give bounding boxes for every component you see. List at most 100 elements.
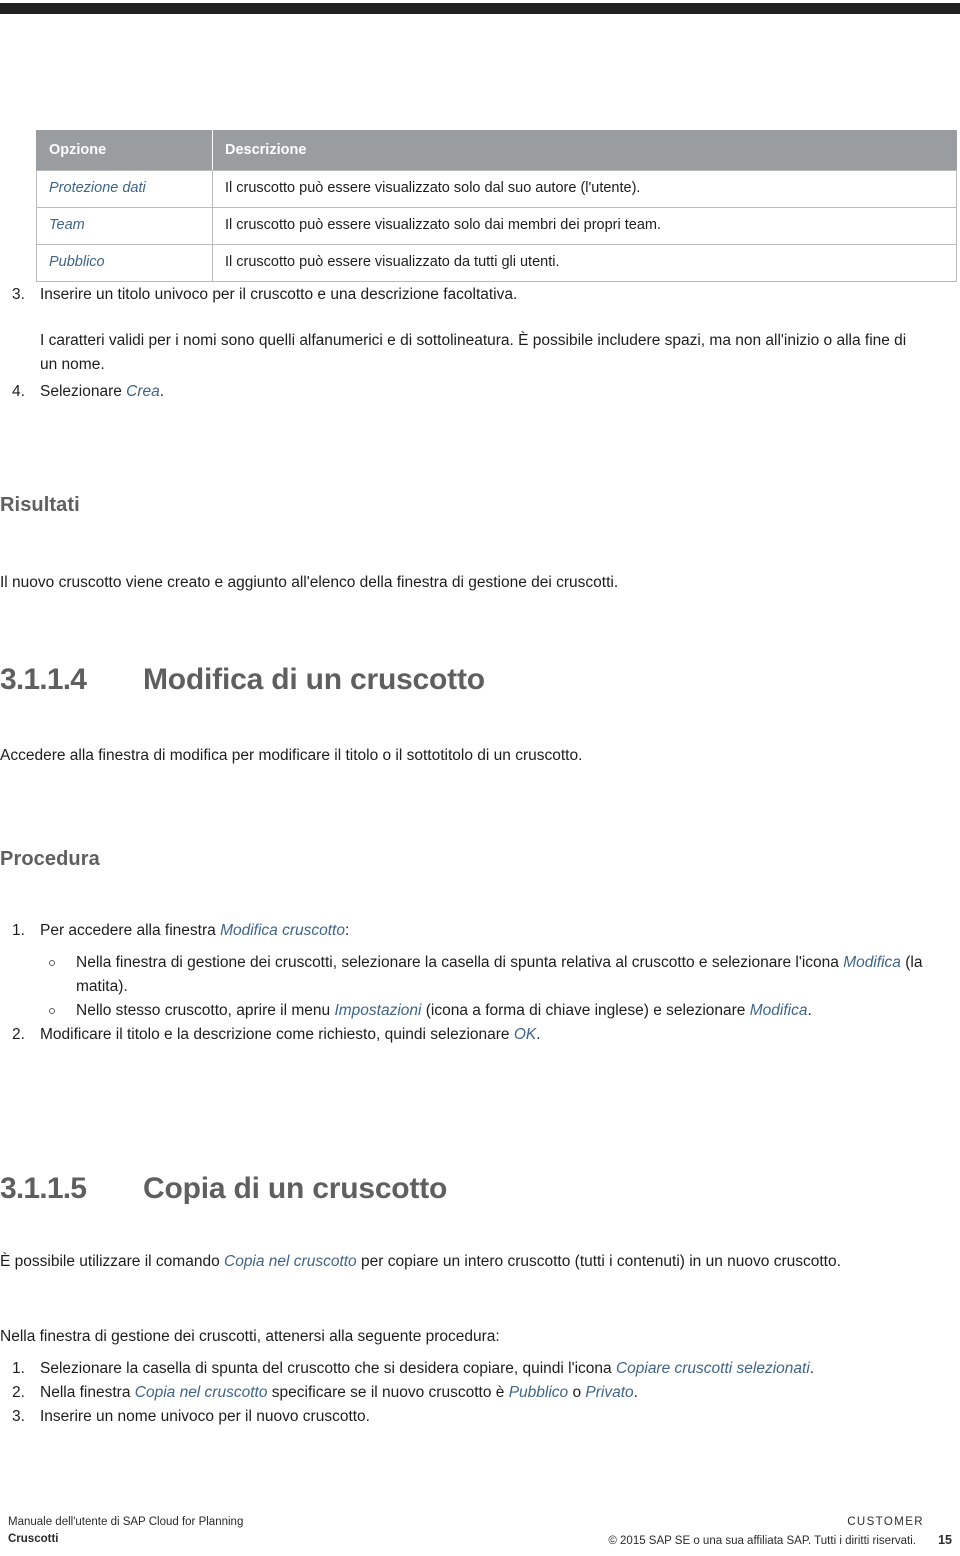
section-number: 3.1.1.5 (0, 1172, 87, 1205)
bullet2-part2: (icona a forma di chiave inglese) e sele… (421, 1002, 750, 1020)
options-table: Opzione Descrizione Protezione dati Il c… (36, 130, 957, 282)
proc-step2-prefix: Modificare il titolo e la descrizione co… (40, 1026, 514, 1044)
section-heading-copia: 3.1.1.5 Copia di un cruscotto (0, 1172, 960, 1206)
procedure-list: 1. Per accedere alla finestra Modifica c… (0, 919, 960, 943)
section-3114-heading-block: 3.1.1.4 Modifica di un cruscotto (0, 663, 960, 697)
section-intro-text: Accedere alla finestra di modifica per m… (0, 747, 583, 764)
bullet1-part1: Nella finestra di gestione dei cruscotti… (76, 954, 844, 972)
copy-lead-block: Nella finestra di gestione dei cruscotti… (0, 1325, 960, 1349)
proc-step1-prefix: Per accedere alla finestra (40, 922, 221, 939)
list-marker: 2. (12, 1384, 25, 1402)
list-marker: 1. (12, 1360, 25, 1377)
list-marker: 3. (12, 286, 25, 303)
list-item-step-3: 3. Inserire un titolo univoco per il cru… (0, 283, 960, 307)
link-modifica[interactable]: Modifica (750, 1002, 808, 1019)
copy-step1-part2: . (809, 1360, 815, 1377)
footer-audience-label: CUSTOMER (847, 1516, 924, 1528)
copy-steps-block: 1. Selezionare la casella di spunta del … (0, 1357, 960, 1429)
top-decorative-band (0, 3, 960, 14)
table-header-opzione: Opzione (36, 130, 213, 171)
link-copiare-cruscotti-selezionati[interactable]: Copiare cruscotti selezionati (616, 1360, 810, 1377)
footer-chapter-title: Cruscotti (8, 1533, 59, 1546)
section-3115-heading-block: 3.1.1.5 Copia di un cruscotto (0, 1172, 960, 1206)
page-number: 15 (938, 1533, 952, 1548)
copy-intro-part1: È possibile utilizzare il comando (0, 1253, 224, 1270)
link-crea[interactable]: Crea (126, 383, 160, 400)
list-item-step-4: 4. Selezionare Crea. (0, 380, 960, 404)
table-cell-description: Il cruscotto può essere visualizzato sol… (212, 207, 957, 245)
link-privato[interactable]: Privato (585, 1384, 633, 1401)
copy-step3-text: Inserire un nome univoco per il nuovo cr… (40, 1408, 370, 1426)
list-marker: 2. (12, 1026, 25, 1044)
proc-step1-suffix: : (345, 922, 350, 939)
table-row: Pubblico Il cruscotto può essere visuali… (36, 244, 957, 282)
section-3115-intro-block: È possibile utilizzare il comando Copia … (0, 1250, 960, 1274)
step-4-suffix: . (159, 383, 165, 401)
create-steps-list-2: 4. Selezionare Crea. (0, 380, 960, 404)
section-title: Copia di un cruscotto (143, 1172, 448, 1205)
footer-copyright-row: © 2015 SAP SE o una sua affiliata SAP. T… (608, 1531, 952, 1550)
procedure-steps-block: 1. Per accedere alla finestra Modifica c… (0, 919, 960, 1047)
copy-step2-part2: specificare se il nuovo cruscotto è (267, 1384, 509, 1402)
copy-step2-part1: Nella finestra (40, 1384, 135, 1402)
procedure-sublist-wrap: Nella finestra di gestione dei cruscotti… (0, 951, 960, 1023)
table-cell-option: Protezione dati (36, 170, 213, 208)
copy-steps-list: 1. Selezionare la casella di spunta del … (0, 1357, 960, 1429)
table-row: Team Il cruscotto può essere visualizzat… (36, 207, 957, 245)
list-marker: 4. (12, 383, 25, 401)
link-ok[interactable]: OK (514, 1026, 536, 1043)
footer-copyright: © 2015 SAP SE o una sua affiliata SAP. T… (608, 1535, 916, 1548)
circle-bullet-icon (49, 960, 55, 967)
section-3114-intro-block: Accedere alla finestra di modifica per m… (0, 744, 960, 768)
step-4-prefix: Selezionare (40, 383, 127, 401)
list-item-copy-step-3: 3. Inserire un nome univoco per il nuovo… (0, 1405, 960, 1429)
list-item-copy-step-1: 1. Selezionare la casella di spunta del … (0, 1357, 960, 1381)
link-copia-nel-cruscotto-2[interactable]: Copia nel cruscotto (135, 1384, 268, 1401)
section-number: 3.1.1.4 (0, 663, 87, 696)
link-impostazioni[interactable]: Impostazioni (334, 1002, 421, 1019)
link-copia-nel-cruscotto[interactable]: Copia nel cruscotto (224, 1253, 357, 1270)
copy-intro-paragraph: È possibile utilizzare il comando Copia … (0, 1250, 960, 1274)
procedure-list-2: 2. Modificare il titolo e la descrizione… (0, 1023, 960, 1047)
circle-bullet-icon (49, 1008, 55, 1015)
link-modifica-cruscotto[interactable]: Modifica cruscotto (220, 922, 345, 939)
step-3-text: Inserire un titolo univoco per il crusco… (40, 286, 518, 303)
proc-step2-suffix: . (536, 1026, 541, 1044)
table-header-row: Opzione Descrizione (36, 130, 957, 171)
list-item-copy-step-2: 2. Nella finestra Copia nel cruscotto sp… (0, 1381, 960, 1405)
section-title: Modifica di un cruscotto (143, 663, 485, 696)
list-item-proc-step-2: 2. Modificare il titolo e la descrizione… (0, 1023, 960, 1047)
table-header-descrizione: Descrizione (212, 130, 957, 171)
results-text-block: Il nuovo cruscotto viene creato e aggiun… (0, 571, 960, 595)
table-cell-option: Pubblico (36, 244, 213, 282)
procedure-sublist: Nella finestra di gestione dei cruscotti… (40, 951, 960, 1023)
list-marker: 3. (12, 1408, 25, 1426)
link-modifica-icon[interactable]: Modifica (843, 954, 901, 971)
list-item-proc-step-1: 1. Per accedere alla finestra Modifica c… (0, 919, 960, 943)
footer-right: CUSTOMER © 2015 SAP SE o una sua affilia… (608, 1514, 952, 1551)
list-item-bullet-1: Nella finestra di gestione dei cruscotti… (40, 951, 960, 999)
procedure-heading: Procedura (0, 848, 100, 870)
table-row: Protezione dati Il cruscotto può essere … (36, 170, 957, 208)
create-steps-list: 3. Inserire un titolo univoco per il cru… (0, 283, 960, 307)
copy-lead-text: Nella finestra di gestione dei cruscotti… (0, 1328, 500, 1345)
table-cell-option: Team (36, 207, 213, 245)
copy-step2-part4: . (633, 1384, 638, 1402)
create-steps-block: 3. Inserire un titolo univoco per il cru… (0, 283, 960, 404)
bullet2-part3: . (807, 1002, 812, 1020)
footer-left: Manuale dell'utente di SAP Cloud for Pla… (8, 1514, 243, 1549)
results-block: Risultati (0, 494, 960, 517)
procedure-heading-block: Procedura (0, 848, 960, 871)
table-cell-description: Il cruscotto può essere visualizzato sol… (212, 170, 957, 208)
footer-manual-title: Manuale dell'utente di SAP Cloud for Pla… (8, 1516, 244, 1528)
link-pubblico[interactable]: Pubblico (509, 1384, 568, 1401)
list-item-bullet-2: Nello stesso cruscotto, aprire il menu I… (40, 999, 960, 1023)
bullet2-part1: Nello stesso cruscotto, aprire il menu (76, 1002, 335, 1020)
copy-step1-part1: Selezionare la casella di spunta del cru… (40, 1360, 616, 1377)
table-cell-description: Il cruscotto può essere visualizzato da … (212, 244, 957, 282)
list-marker: 1. (12, 922, 25, 939)
results-text: Il nuovo cruscotto viene creato e aggiun… (0, 574, 619, 591)
copy-intro-part2: per copiare un intero cruscotto (tutti i… (356, 1253, 841, 1270)
step-3-note: I caratteri validi per i nomi sono quell… (40, 332, 907, 374)
document-page: Opzione Descrizione Protezione dati Il c… (0, 0, 960, 1556)
